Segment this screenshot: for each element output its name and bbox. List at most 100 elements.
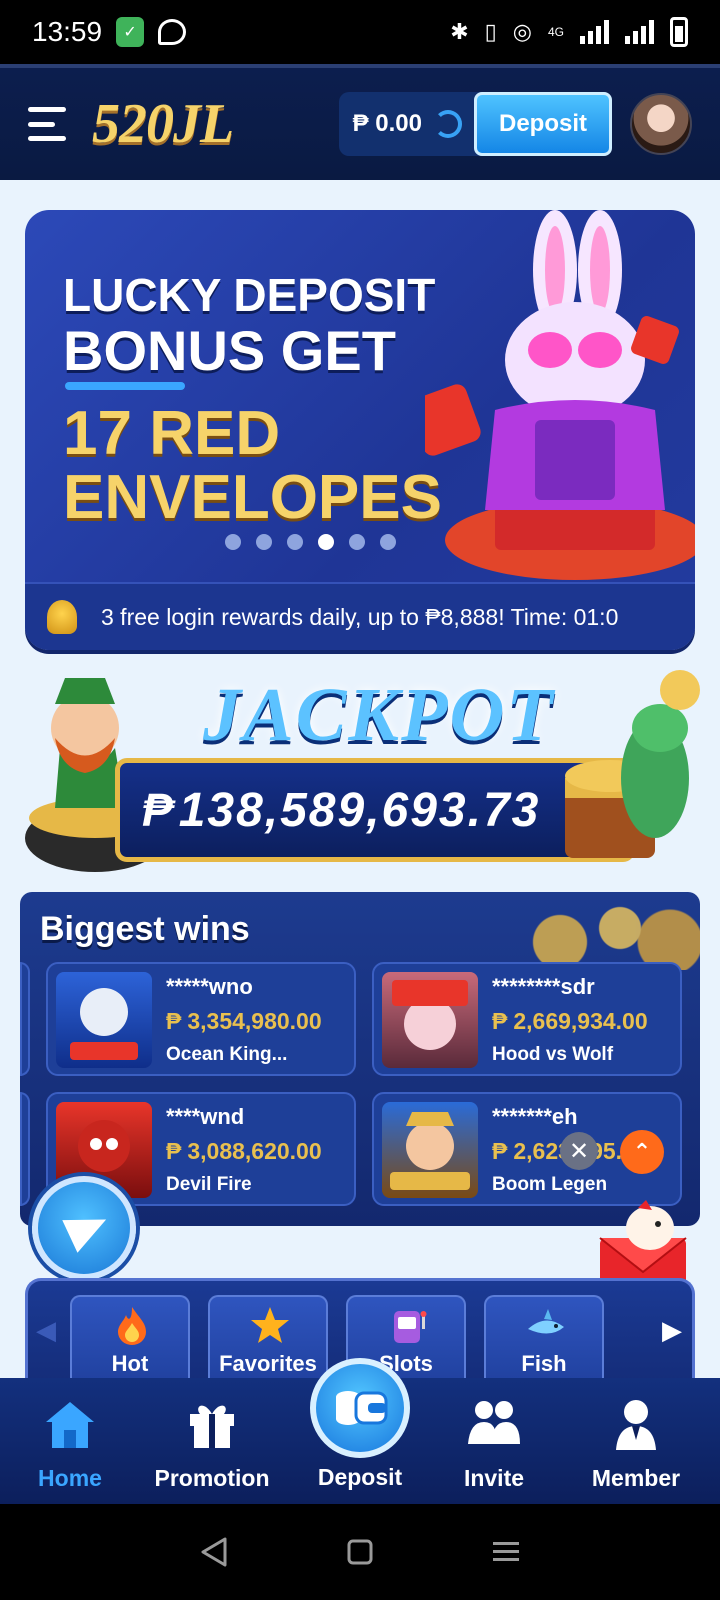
nav-label: Member <box>591 1465 681 1491</box>
nav-label: Home <box>38 1465 102 1491</box>
chevron-right-icon[interactable]: ▶ <box>662 1315 682 1346</box>
carousel-dot[interactable] <box>225 534 241 550</box>
promo-banner[interactable]: LUCKY DEPOSIT BONUS GET 17 RED ENVELOPES <box>25 210 695 650</box>
tab-hot[interactable]: Hot <box>70 1295 190 1378</box>
hotspot-icon: ◎ <box>512 19 532 44</box>
biggest-wins-panel: Biggest wins *****wno ₱ 3,354,980.00 Ocea… <box>20 892 700 1226</box>
jackpot-panel: JACKPOT ₱ 138,589,693.73 <box>15 668 705 874</box>
user-icon <box>616 1400 656 1450</box>
system-nav-bar <box>0 1504 720 1600</box>
dragon-chest-image <box>565 670 700 858</box>
gift-icon <box>190 1405 234 1448</box>
vibrate-icon: ▯ <box>484 19 497 44</box>
tab-label: Favorites <box>219 1351 317 1376</box>
status-bar: 13:59 ✓ ✱ ▯ ◎ 4G <box>0 0 720 64</box>
jackpot-title: JACKPOT <box>203 673 555 757</box>
win-game-name: Ocean King... <box>166 1044 288 1065</box>
chevron-left-icon[interactable]: ◀ <box>36 1315 56 1346</box>
recents-menu-icon[interactable] <box>491 1539 521 1565</box>
status-time: 13:59 <box>32 16 103 47</box>
nav-label: Invite <box>463 1465 525 1491</box>
win-card[interactable]: ********sdr ₱ 2,669,934.00 Hood vs Wolf <box>372 962 682 1076</box>
nav-deposit-label: Deposit <box>317 1464 403 1490</box>
win-amount: ₱ 2,669,934.00 <box>492 1008 648 1034</box>
home-icon <box>46 1402 94 1448</box>
network-label: 4G <box>547 25 564 39</box>
nav-invite[interactable]: Invite <box>424 1396 564 1492</box>
shark-icon <box>528 1309 564 1334</box>
carousel-dot[interactable] <box>256 534 272 550</box>
nav-home[interactable]: Home <box>0 1396 140 1492</box>
carousel-dot[interactable] <box>349 534 365 550</box>
game-thumbnail-ocean-king <box>56 972 152 1068</box>
win-game-name: Hood vs Wolf <box>492 1044 614 1065</box>
status-icons: ✱ ▯ ◎ 4G <box>450 17 688 47</box>
menu-icon[interactable] <box>28 107 66 141</box>
game-thumbnail-boom-legend <box>382 1102 478 1198</box>
nav-label: Promotion <box>154 1465 270 1491</box>
deposit-button[interactable]: Deposit <box>474 92 612 156</box>
home-square-icon[interactable] <box>346 1538 374 1566</box>
bluetooth-icon: ✱ <box>450 19 469 44</box>
shield-icon: ✓ <box>116 17 145 47</box>
win-amount: ₱ 3,088,620.00 <box>166 1138 322 1164</box>
tab-favorites[interactable]: Favorites <box>208 1295 328 1378</box>
chat-bubble-icon <box>158 19 187 45</box>
star-icon <box>251 1307 289 1343</box>
main-content: LUCKY DEPOSIT BONUS GET 17 RED ENVELOPES <box>0 180 720 1378</box>
banner-line-1: LUCKY DEPOSIT <box>63 269 436 321</box>
close-icon[interactable]: ✕ <box>560 1132 598 1170</box>
carousel-dot-active[interactable] <box>318 534 334 550</box>
signal-icon-2 <box>625 20 654 44</box>
refresh-icon[interactable] <box>434 110 462 138</box>
tab-fish[interactable]: Fish <box>484 1295 604 1378</box>
tab-label: Hot <box>111 1351 149 1376</box>
back-icon[interactable] <box>199 1536 229 1568</box>
coins-decoration <box>500 900 700 970</box>
tab-label: Fish <box>521 1351 567 1376</box>
jackpot-amount: 138,589,693.73 <box>178 783 541 837</box>
nav-member[interactable]: Member <box>566 1396 706 1492</box>
win-username: ****wnd <box>166 1104 245 1129</box>
battery-icon <box>670 17 688 47</box>
balance-box: ₱ 0.00 Deposit <box>338 92 612 156</box>
jackpot-currency: ₱ <box>142 784 173 836</box>
bunny-mascot-image <box>425 210 695 580</box>
fire-icon <box>118 1307 146 1345</box>
win-username: *******eh <box>492 1104 578 1129</box>
avatar[interactable] <box>630 93 692 155</box>
banner-line-4: ENVELOPES <box>63 463 442 532</box>
win-card-partial <box>20 1092 30 1206</box>
bottom-nav: Home Promotion Deposit Invite Member <box>0 1358 720 1504</box>
nav-promotion[interactable]: Promotion <box>142 1396 282 1492</box>
carousel-dots <box>225 534 396 550</box>
telegram-button[interactable] <box>32 1176 136 1280</box>
signal-icon <box>580 20 609 44</box>
balance-amount: ₱ 0.00 <box>352 110 422 137</box>
carousel-dot[interactable] <box>287 534 303 550</box>
game-thumbnail-hood-vs-wolf <box>382 972 478 1068</box>
win-card[interactable]: *****wno ₱ 3,354,980.00 Ocean King... <box>46 962 356 1076</box>
banner-line-2: BONUS GET <box>63 319 396 382</box>
scroll-top-icon[interactable]: ⌃ <box>620 1130 664 1174</box>
slot-machine-icon <box>394 1311 427 1343</box>
carousel-dot[interactable] <box>380 534 396 550</box>
win-username: ********sdr <box>492 974 595 999</box>
bell-icon <box>47 600 77 634</box>
people-icon <box>468 1401 520 1444</box>
app-header: 520JL ₱ 0.00 Deposit <box>0 64 720 180</box>
win-card-partial <box>20 962 30 1076</box>
win-username: *****wno <box>166 974 253 999</box>
notice-marquee[interactable]: 3 free login rewards daily, up to ₱8,888… <box>25 582 695 650</box>
logo: 520JL <box>92 93 234 155</box>
banner-line-3: 17 RED <box>63 399 281 468</box>
biggest-wins-title: Biggest wins <box>40 910 250 948</box>
win-game-name: Devil Fire <box>166 1174 252 1195</box>
nav-deposit-button[interactable] <box>310 1358 410 1458</box>
win-game-name: Boom Legen <box>492 1174 608 1195</box>
win-amount: ₱ 3,354,980.00 <box>166 1008 322 1034</box>
banner-divider <box>65 382 185 390</box>
notice-text: 3 free login rewards daily, up to ₱8,888… <box>101 603 619 630</box>
paper-plane-icon <box>62 1203 114 1253</box>
wallet-coins-icon <box>336 1391 388 1425</box>
